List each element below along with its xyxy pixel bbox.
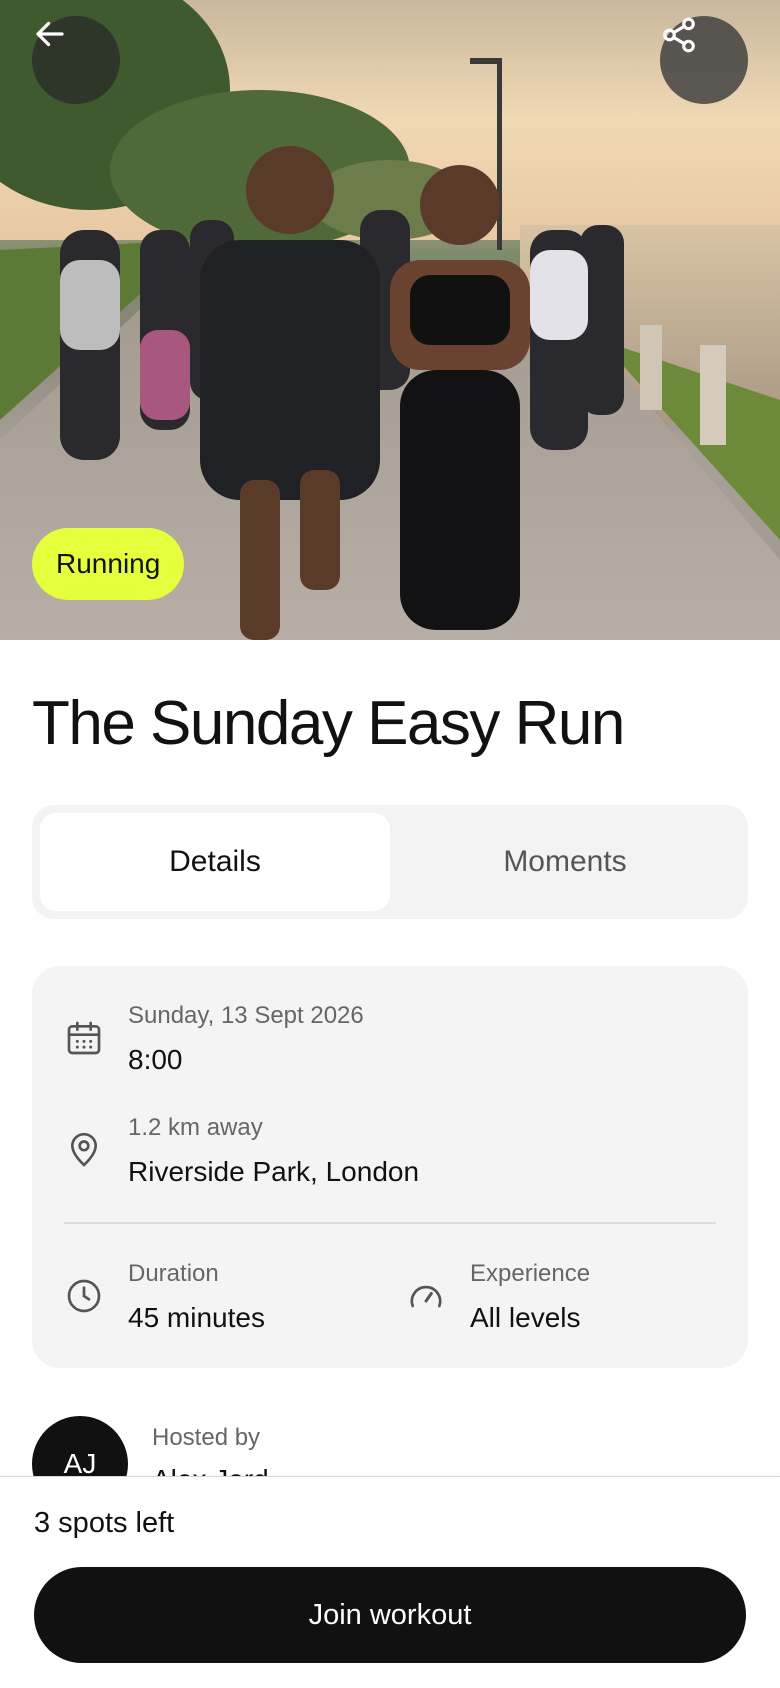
clock-icon [67,1279,101,1313]
tab-moments[interactable]: Moments [390,813,740,911]
event-time: 8:00 [128,1044,183,1075]
duration-value: 45 minutes [128,1302,265,1333]
experience-value: All levels [470,1302,581,1333]
event-title: The Sunday Easy Run [32,689,625,758]
category-badge: Running [32,528,185,600]
event-details-card: Sunday, 13 Sept 2026 8:00 1.2 km away Ri… [32,966,748,1368]
arrow-left-icon [36,21,64,47]
event-location[interactable]: Riverside Park, London [128,1156,419,1188]
event-distance: 1.2 km away [128,1114,263,1141]
tab-details[interactable]: Details [40,813,390,911]
share-icon [663,17,695,53]
hero-image: Running [0,0,780,640]
experience-label: Experience [470,1260,591,1287]
spots-left: 3 spots left [34,1507,175,1539]
share-button[interactable] [660,16,748,104]
tab-bar: Details Moments [32,805,748,919]
location-pin-icon [70,1132,98,1167]
join-workout-button[interactable]: Join workout [34,1567,746,1663]
event-date: Sunday, 13 Sept 2026 [128,1002,364,1029]
bottom-action-bar: 3 spots left Join workout [0,1476,780,1688]
duration-label: Duration [128,1260,219,1287]
gauge-icon [410,1285,442,1308]
calendar-icon [67,1021,101,1055]
back-button[interactable] [32,16,120,104]
divider [64,1222,716,1224]
hosted-by-label: Hosted by [152,1424,261,1451]
